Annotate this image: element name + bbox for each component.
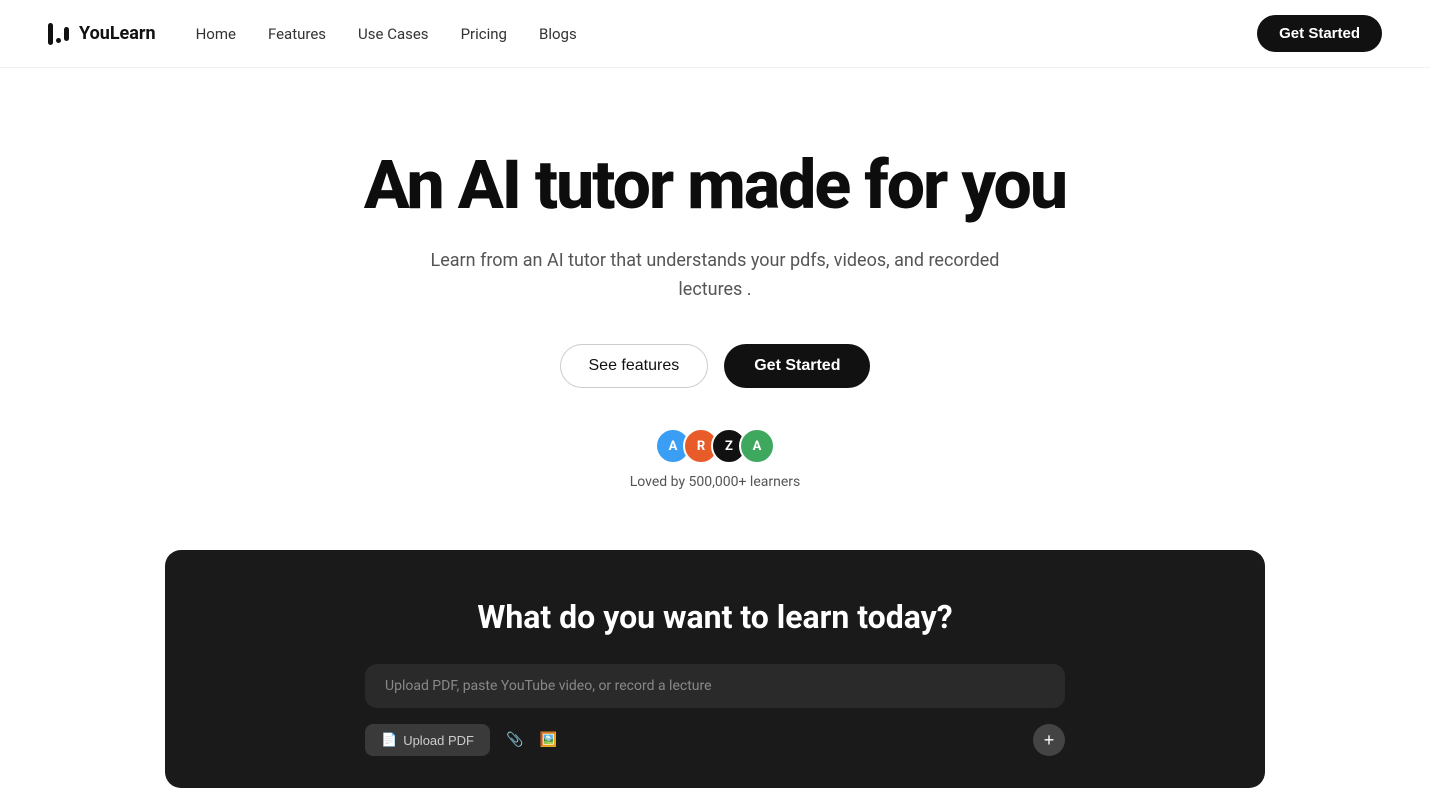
nav-item-use-cases[interactable]: Use Cases (358, 24, 429, 43)
demo-input-bar: Upload PDF, paste YouTube video, or reco… (365, 664, 1065, 708)
nav-links: Home Features Use Cases Pricing Blogs (196, 24, 577, 43)
avatar-4: A (739, 428, 775, 464)
demo-input-placeholder: Upload PDF, paste YouTube video, or reco… (385, 678, 1045, 694)
hero-subtitle: Learn from an AI tutor that understands … (415, 247, 1015, 305)
brand-name: YouLearn (79, 23, 156, 44)
add-button[interactable]: + (1033, 724, 1065, 756)
upload-pdf-label: Upload PDF (403, 733, 474, 748)
nav-get-started-button[interactable]: Get Started (1257, 15, 1382, 52)
upload-pdf-button[interactable]: 📄 Upload PDF (365, 724, 490, 756)
social-proof-text: Loved by 500,000+ learners (630, 474, 800, 490)
hero-buttons: See features Get Started (560, 344, 871, 388)
nav-item-home[interactable]: Home (196, 24, 236, 43)
logo-bar-short (64, 27, 69, 41)
nav-item-features[interactable]: Features (268, 24, 326, 43)
hero-section: An AI tutor made for you Learn from an A… (0, 68, 1430, 530)
nav-item-pricing[interactable]: Pricing (461, 24, 507, 43)
nav-item-blogs[interactable]: Blogs (539, 24, 577, 43)
image-icon: 🖼️ (539, 732, 556, 748)
nav-link-home[interactable]: Home (196, 25, 236, 43)
nav-link-pricing[interactable]: Pricing (461, 25, 507, 43)
logo-dot (56, 38, 61, 43)
demo-title: What do you want to learn today? (477, 598, 952, 636)
logo-bar-tall (48, 23, 53, 45)
social-proof: A R Z A Loved by 500,000+ learners (630, 428, 800, 490)
see-features-button[interactable]: See features (560, 344, 709, 388)
demo-window: What do you want to learn today? Upload … (165, 550, 1265, 788)
avatar-group: A R Z A (655, 428, 775, 464)
demo-toolbar: 📄 Upload PDF 📎 🖼️ + (365, 724, 1065, 756)
nav-link-blogs[interactable]: Blogs (539, 25, 577, 43)
nav-link-use-cases[interactable]: Use Cases (358, 25, 429, 43)
navbar-left: YouLearn Home Features Use Cases Pricing… (48, 23, 577, 45)
nav-link-features[interactable]: Features (268, 25, 326, 43)
logo[interactable]: YouLearn (48, 23, 156, 45)
clip-icon: 📎 (506, 732, 523, 748)
hero-title: An AI tutor made for you (364, 148, 1066, 223)
upload-icon: 📄 (381, 732, 397, 748)
navbar: YouLearn Home Features Use Cases Pricing… (0, 0, 1430, 68)
logo-icon (48, 23, 69, 45)
demo-section: What do you want to learn today? Upload … (0, 530, 1430, 788)
hero-get-started-button[interactable]: Get Started (724, 344, 870, 388)
